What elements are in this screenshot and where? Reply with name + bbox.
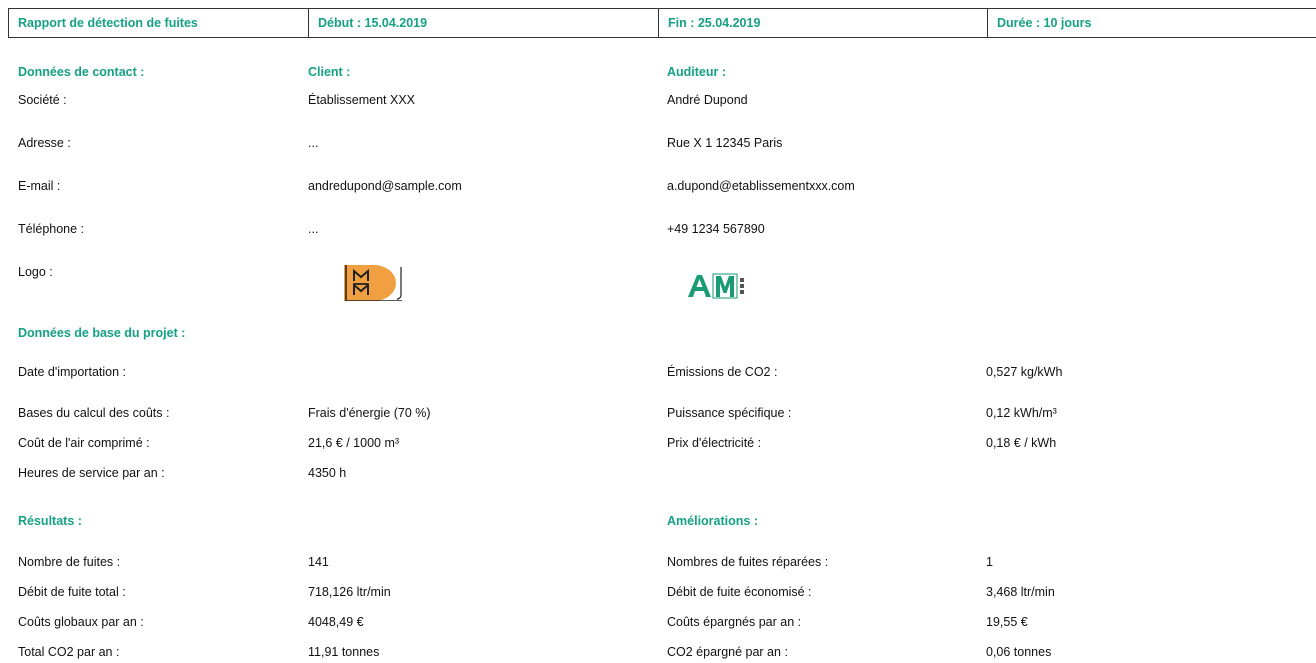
project-heading-row: Données de base du projet : <box>0 323 1316 343</box>
results-heading: Résultats : <box>18 514 82 528</box>
project-label: Heures de service par an : <box>18 466 165 480</box>
improvement-value: 3,468 ltr/min <box>986 585 1055 599</box>
results-label: Nombre de fuites : <box>18 555 121 569</box>
improvement-value: 0,06 tonnes <box>986 645 1052 659</box>
project-value-right: 0,18 € / kWh <box>986 436 1057 450</box>
improvement-value: 1 <box>986 555 993 569</box>
results-row: Coûts globaux par an : 4048,49 € Coûts é… <box>0 612 1316 632</box>
project-row: Coût de l'air comprimé : 21,6 € / 1000 m… <box>0 433 1316 453</box>
project-label-right: Prix d'électricité : <box>667 436 762 450</box>
start-date: Début : 15.04.2019 <box>308 9 658 37</box>
project-label: Bases du calcul des coûts : <box>18 406 170 420</box>
client-logo <box>344 265 402 301</box>
results-value: 4048,49 € <box>308 615 364 629</box>
contact-label: E-mail : <box>18 179 61 193</box>
project-value-right: 0,527 kg/kWh <box>986 365 1063 379</box>
project-heading: Données de base du projet : <box>18 326 186 340</box>
contact-row: Société : Établissement XXX André Dupond <box>0 90 1316 110</box>
auditor-value: Rue X 1 12345 Paris <box>667 136 783 150</box>
client-heading: Client : <box>308 65 351 79</box>
project-row: Date d'importation : Émissions de CO2 : … <box>0 362 1316 382</box>
contact-heading-row: Données de contact : Client : Auditeur : <box>0 62 1316 82</box>
contact-heading: Données de contact : <box>18 65 145 79</box>
results-row: Débit de fuite total : 718,126 ltr/min D… <box>0 582 1316 602</box>
results-value: 141 <box>308 555 329 569</box>
auditor-value: a.dupond@etablissementxxx.com <box>667 179 855 193</box>
project-value: Frais d'énergie (70 %) <box>308 406 431 420</box>
auditor-value: André Dupond <box>667 93 748 107</box>
project-row: Bases du calcul des coûts : Frais d'éner… <box>0 403 1316 423</box>
results-value: 718,126 ltr/min <box>308 585 391 599</box>
auditor-logo <box>688 273 744 299</box>
project-value-right: 0,12 kWh/m³ <box>986 406 1057 420</box>
end-date: Fin : 25.04.2019 <box>658 9 987 37</box>
improvement-label: CO2 épargné par an : <box>667 645 788 659</box>
report-header: Rapport de détection de fuites Début : 1… <box>8 8 1316 38</box>
project-label-right: Puissance spécifique : <box>667 406 792 420</box>
results-label: Débit de fuite total : <box>18 585 126 599</box>
improvement-label: Nombres de fuites réparées : <box>667 555 829 569</box>
logo-row: Logo : <box>0 262 1316 282</box>
contact-label: Société : <box>18 93 67 107</box>
auditor-value: +49 1234 567890 <box>667 222 765 236</box>
improvement-label: Coûts épargnés par an : <box>667 615 802 629</box>
results-label: Total CO2 par an : <box>18 645 120 659</box>
project-value: 4350 h <box>308 466 347 480</box>
improvements-heading: Améliorations : <box>667 514 758 528</box>
client-value: ... <box>308 222 319 236</box>
client-value: ... <box>308 136 319 150</box>
report-title: Rapport de détection de fuites <box>8 9 308 37</box>
contact-label: Adresse : <box>18 136 71 150</box>
results-value: 11,91 tonnes <box>308 645 380 659</box>
contact-row: Téléphone : ... +49 1234 567890 <box>0 219 1316 239</box>
client-value: andredupond@sample.com <box>308 179 462 193</box>
project-value: 21,6 € / 1000 m³ <box>308 436 400 450</box>
project-label: Date d'importation : <box>18 365 126 379</box>
contact-row: E-mail : andredupond@sample.com a.dupond… <box>0 176 1316 196</box>
contact-label: Téléphone : <box>18 222 85 236</box>
logo-label: Logo : <box>18 265 53 279</box>
duration: Durée : 10 jours <box>987 9 1316 37</box>
auditor-heading: Auditeur : <box>667 65 727 79</box>
project-label-right: Émissions de CO2 : <box>667 365 778 379</box>
results-row: Total CO2 par an : 11,91 tonnes CO2 épar… <box>0 642 1316 662</box>
project-row: Heures de service par an : 4350 h <box>0 463 1316 483</box>
results-heading-row: Résultats : Améliorations : <box>0 511 1316 531</box>
results-row: Nombre de fuites : 141 Nombres de fuites… <box>0 552 1316 572</box>
report-page: Rapport de détection de fuites Début : 1… <box>0 0 1316 663</box>
client-value: Établissement XXX <box>308 93 415 107</box>
project-label: Coût de l'air comprimé : <box>18 436 150 450</box>
improvement-label: Débit de fuite économisé : <box>667 585 812 599</box>
contact-row: Adresse : ... Rue X 1 12345 Paris <box>0 133 1316 153</box>
improvement-value: 19,55 € <box>986 615 1028 629</box>
results-label: Coûts globaux par an : <box>18 615 144 629</box>
